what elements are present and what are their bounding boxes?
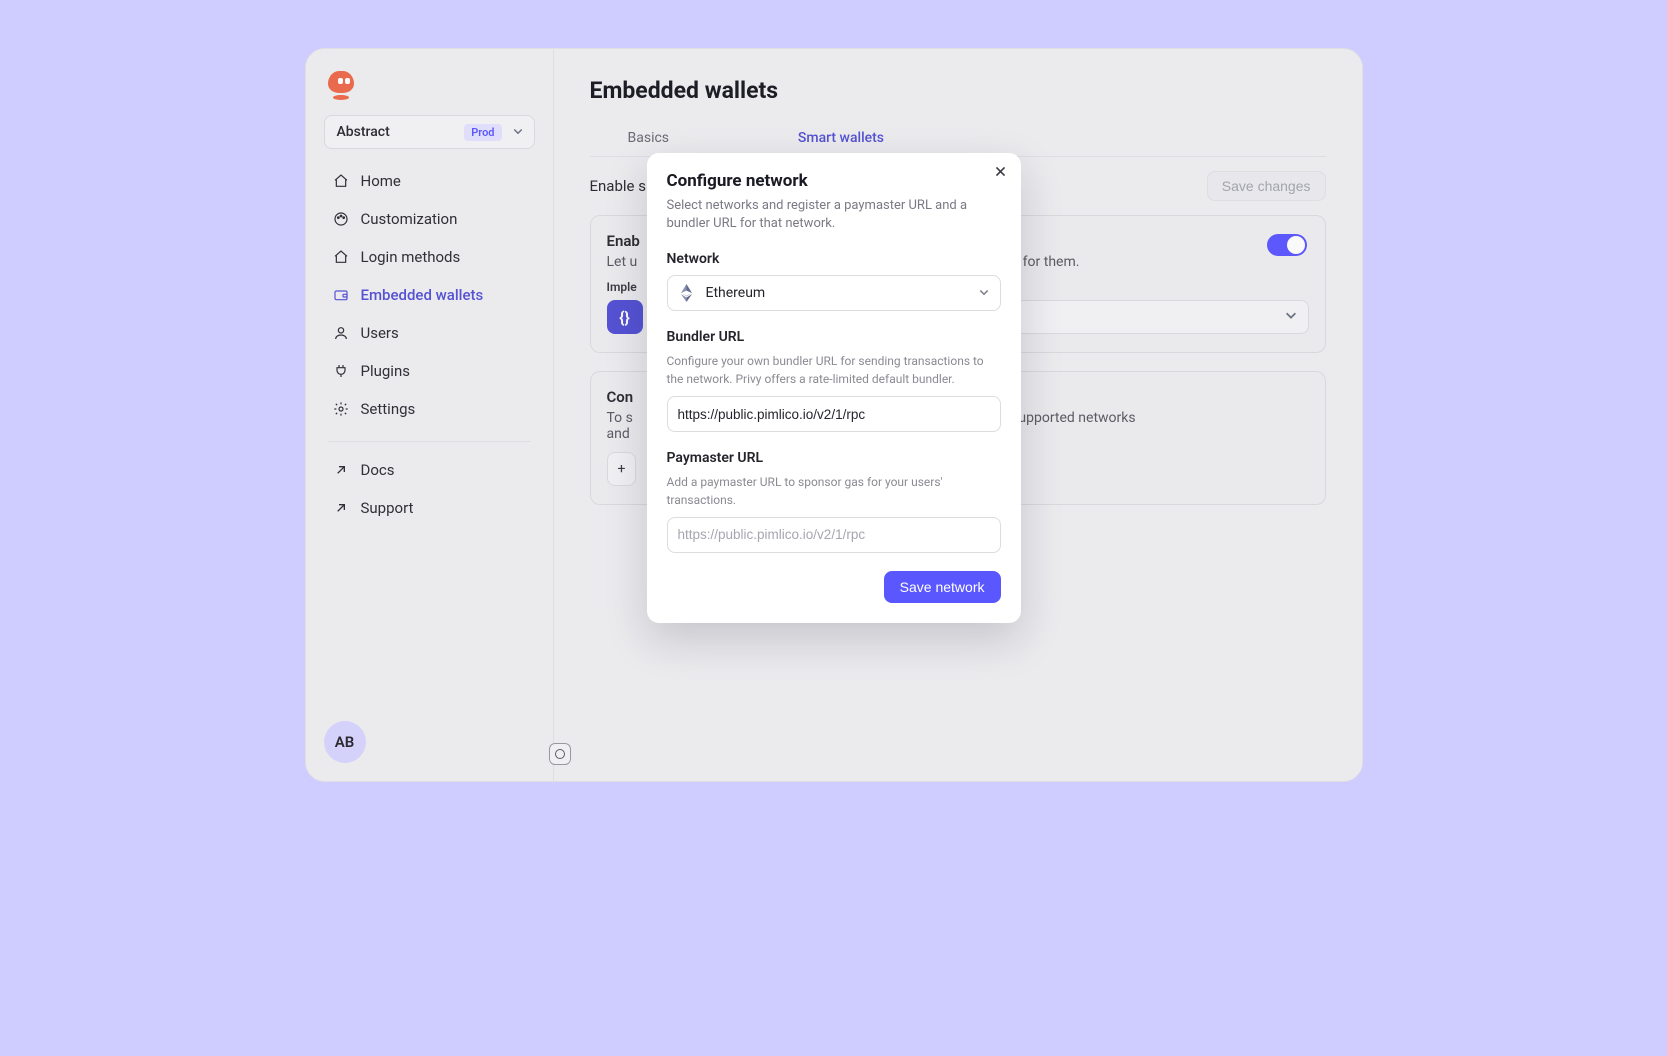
sidebar-item-label: Users	[361, 324, 399, 342]
paymaster-url-help: Add a paymaster URL to sponsor gas for y…	[667, 474, 1001, 509]
sidebar-item-label: Login methods	[361, 248, 461, 266]
save-network-button[interactable]: Save network	[884, 571, 1001, 603]
nav: Home Customization Login methods Embedde…	[324, 163, 535, 526]
page-title: Embedded wallets	[590, 77, 1326, 104]
sidebar-item-support[interactable]: Support	[324, 490, 535, 526]
enable-toggle[interactable]	[1267, 234, 1307, 256]
sidebar-item-users[interactable]: Users	[324, 315, 535, 351]
workspace-name: Abstract	[337, 124, 457, 140]
tab-smart-wallets[interactable]: Smart wallets	[796, 122, 886, 156]
tab-basics[interactable]: Basics	[626, 122, 672, 156]
collapse-sidebar-button[interactable]	[549, 743, 571, 765]
sidebar-item-plugins[interactable]: Plugins	[324, 353, 535, 389]
bundler-url-help: Configure your own bundler URL for sendi…	[667, 353, 1001, 388]
close-button[interactable]	[994, 165, 1007, 183]
user-icon	[332, 325, 350, 341]
network-label: Network	[667, 251, 1001, 267]
chevron-down-icon	[510, 125, 526, 140]
external-link-icon	[332, 462, 350, 478]
modal-description: Select networks and register a paymaster…	[667, 197, 1001, 233]
lock-icon	[332, 249, 350, 265]
circle-icon	[555, 749, 565, 759]
bundler-url-input[interactable]	[667, 396, 1001, 432]
bundler-url-label: Bundler URL	[667, 329, 1001, 345]
sidebar-item-login-methods[interactable]: Login methods	[324, 239, 535, 275]
sidebar-item-home[interactable]: Home	[324, 163, 535, 199]
sidebar: Abstract Prod Home Customization	[306, 49, 554, 781]
avatar[interactable]: AB	[324, 721, 366, 763]
sidebar-item-customization[interactable]: Customization	[324, 201, 535, 237]
network-select[interactable]: Ethereum	[667, 275, 1001, 311]
chevron-down-icon	[1284, 308, 1298, 326]
app-shell: Abstract Prod Home Customization	[305, 48, 1363, 782]
sidebar-item-label: Customization	[361, 210, 458, 228]
plug-icon	[332, 363, 350, 379]
close-icon	[994, 165, 1007, 182]
sidebar-item-label: Docs	[361, 461, 395, 479]
implementation-chip[interactable]: {}	[607, 300, 643, 334]
add-network-button[interactable]: +	[607, 452, 637, 486]
save-changes-button[interactable]: Save changes	[1207, 171, 1326, 201]
divider	[328, 441, 531, 442]
workspace-selector[interactable]: Abstract Prod	[324, 115, 535, 149]
sidebar-item-label: Support	[361, 499, 414, 517]
chevron-down-icon	[978, 286, 990, 301]
home-icon	[332, 173, 350, 189]
sidebar-item-docs[interactable]: Docs	[324, 452, 535, 488]
sidebar-item-settings[interactable]: Settings	[324, 391, 535, 427]
sidebar-item-embedded-wallets[interactable]: Embedded wallets	[324, 277, 535, 313]
external-link-icon	[332, 500, 350, 516]
section-subtitle: Enable s	[590, 177, 646, 195]
sidebar-item-label: Home	[361, 172, 401, 190]
sidebar-item-label: Embedded wallets	[361, 286, 484, 304]
avatar-initials: AB	[335, 733, 355, 751]
palette-icon	[332, 211, 350, 227]
paymaster-url-label: Paymaster URL	[667, 450, 1001, 466]
paymaster-url-input[interactable]	[667, 517, 1001, 553]
wallet-icon	[332, 287, 350, 303]
modal-title: Configure network	[667, 171, 1001, 191]
tabs: Basics Recovery Smart wallets	[590, 122, 1326, 157]
sidebar-item-label: Plugins	[361, 362, 410, 380]
network-value: Ethereum	[706, 285, 968, 301]
brand-logo	[328, 71, 354, 101]
gear-icon	[332, 401, 350, 417]
sidebar-item-label: Settings	[361, 400, 416, 418]
ethereum-icon	[678, 284, 696, 302]
env-badge: Prod	[464, 124, 501, 141]
configure-network-modal: Configure network Select networks and re…	[647, 153, 1021, 623]
